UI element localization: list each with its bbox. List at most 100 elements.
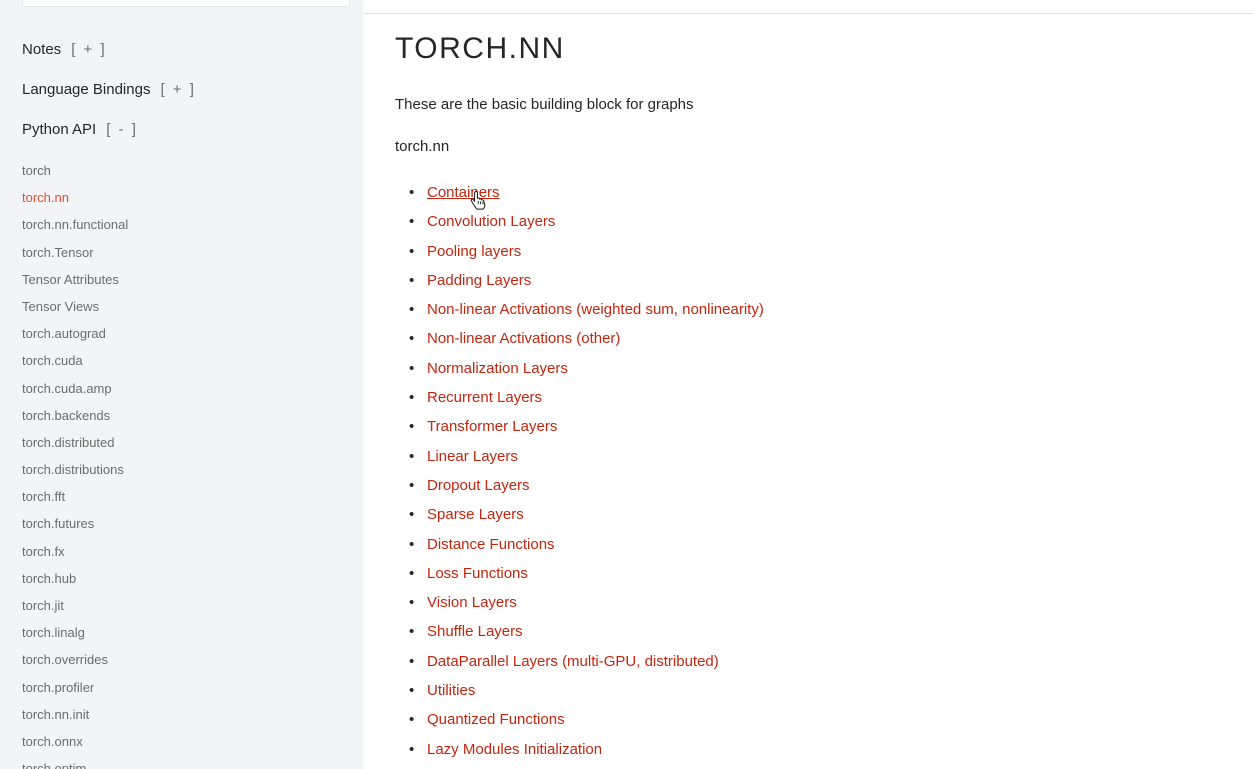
bullet-icon: • [409, 447, 415, 465]
link-sparse-layers[interactable]: Sparse Layers [427, 506, 524, 523]
bullet-icon: • [409, 711, 415, 729]
bullet-icon: • [409, 682, 415, 700]
section-label: Language Bindings [22, 81, 151, 98]
expand-toggle[interactable]: [ + ] [71, 41, 106, 58]
sidebar-nav-list: torch torch.nn torch.nn.functional torch.Te… [22, 162, 128, 769]
bullet-icon: • [409, 476, 415, 494]
link-quantized-functions[interactable]: Quantized Functions [427, 711, 565, 728]
bullet-icon: • [409, 740, 415, 758]
link-dataparallel-layers-multi-gpu-distributed[interactable]: DataParallel Layers (multi-GPU, distribu… [427, 653, 719, 670]
bullet-icon: • [409, 652, 415, 670]
sidebar-item-torch-backends[interactable]: torch.backends [22, 407, 128, 434]
sidebar-item-torch-profiler[interactable]: torch.profiler [22, 679, 128, 706]
sidebar-item-torch-futures[interactable]: torch.futures [22, 515, 128, 542]
sidebar-item-torch-autograd[interactable]: torch.autograd [22, 325, 128, 352]
list-item: • Quantized Functions [409, 708, 764, 737]
module-name: torch.nn [395, 138, 450, 155]
bullet-icon: • [409, 301, 415, 319]
sidebar-item-torch-onnx[interactable]: torch.onnx [22, 733, 128, 760]
link-convolution-layers[interactable]: Convolution Layers [427, 213, 555, 230]
section-label: Notes [22, 41, 62, 58]
link-recurrent-layers[interactable]: Recurrent Layers [427, 389, 542, 406]
link-shuffle-layers[interactable]: Shuffle Layers [427, 623, 523, 640]
list-item: • Convolution Layers [409, 210, 764, 239]
sidebar-item-torch-fx[interactable]: torch.fx [22, 543, 128, 570]
sidebar-item-torch-overrides[interactable]: torch.overrides [22, 651, 128, 678]
link-containers[interactable]: Containers [427, 184, 500, 201]
sidebar: Notes [ + ] Language Bindings [ + ] Python… [0, 0, 363, 769]
sidebar-item-torch-fft[interactable]: torch.fft [22, 488, 128, 515]
bullet-icon: • [409, 564, 415, 582]
list-item: • Linear Layers [409, 445, 764, 474]
list-item: • Utilities [409, 679, 764, 708]
bullet-icon: • [409, 271, 415, 289]
sidebar-item-torch-linalg[interactable]: torch.linalg [22, 624, 128, 651]
link-non-linear-activations-other[interactable]: Non-linear Activations (other) [427, 330, 620, 347]
intro-text: These are the basic building block for g… [395, 96, 694, 113]
list-item: • Pooling layers [409, 240, 764, 269]
sidebar-item-torch-cuda[interactable]: torch.cuda [22, 352, 128, 379]
collapse-toggle[interactable]: [ - ] [106, 121, 138, 138]
sidebar-section-language-bindings[interactable]: Language Bindings [ + ] [22, 81, 196, 98]
sidebar-item-tensor-views[interactable]: Tensor Views [22, 298, 128, 325]
sidebar-item-torch-nn-init[interactable]: torch.nn.init [22, 706, 128, 733]
link-padding-layers[interactable]: Padding Layers [427, 272, 531, 289]
sidebar-item-torch-distributed[interactable]: torch.distributed [22, 434, 128, 461]
list-item: • Containers [409, 181, 764, 210]
list-item: • DataParallel Layers (multi-GPU, distrib… [409, 650, 764, 679]
sidebar-item-torch-optim[interactable]: torch.optim [22, 760, 128, 769]
sidebar-item-torch-tensor[interactable]: torch.Tensor [22, 244, 128, 271]
list-item: • Transformer Layers [409, 415, 764, 444]
list-item: • Non-linear Activations (other) [409, 327, 764, 356]
link-dropout-layers[interactable]: Dropout Layers [427, 477, 530, 494]
link-non-linear-activations-weighted-sum-nonlinearity[interactable]: Non-linear Activations (weighted sum, no… [427, 301, 764, 318]
sidebar-item-torch-cuda-amp[interactable]: torch.cuda.amp [22, 380, 128, 407]
bullet-icon: • [409, 535, 415, 553]
link-transformer-layers[interactable]: Transformer Layers [427, 418, 557, 435]
list-item: • Lazy Modules Initialization [409, 738, 764, 767]
sidebar-item-torch-hub[interactable]: torch.hub [22, 570, 128, 597]
sidebar-item-torch-jit[interactable]: torch.jit [22, 597, 128, 624]
section-label: Python API [22, 121, 97, 138]
bullet-icon: • [409, 418, 415, 436]
bullet-icon: • [409, 184, 415, 201]
search-input[interactable] [22, 0, 350, 7]
list-item: • Distance Functions [409, 533, 764, 562]
list-item: • Non-linear Activations (weighted sum, n… [409, 298, 764, 327]
bullet-icon: • [409, 594, 415, 612]
sidebar-item-torch-nn-functional[interactable]: torch.nn.functional [22, 216, 128, 243]
bullet-icon: • [409, 506, 415, 524]
sidebar-item-tensor-attributes[interactable]: Tensor Attributes [22, 271, 128, 298]
bullet-icon: • [409, 389, 415, 407]
link-vision-layers[interactable]: Vision Layers [427, 594, 517, 611]
link-linear-layers[interactable]: Linear Layers [427, 448, 518, 465]
bullet-icon: • [409, 242, 415, 260]
link-distance-functions[interactable]: Distance Functions [427, 536, 555, 553]
list-item: • Padding Layers [409, 269, 764, 298]
bullet-icon: • [409, 330, 415, 348]
sidebar-section-python-api[interactable]: Python API [ - ] [22, 121, 138, 138]
list-item: • Normalization Layers [409, 357, 764, 386]
sidebar-section-notes[interactable]: Notes [ + ] [22, 41, 107, 58]
list-item: • Loss Functions [409, 562, 764, 591]
list-item: • Dropout Layers [409, 474, 764, 503]
expand-toggle[interactable]: [ + ] [160, 81, 195, 98]
sidebar-item-torch[interactable]: torch [22, 162, 128, 189]
main-content: TORCH.NN These are the basic building bl… [363, 0, 1254, 769]
section-link-list: • Containers • Convolution Layers • Pooling l… [409, 181, 764, 767]
bullet-icon: • [409, 213, 415, 231]
page-title: TORCH.NN [395, 32, 565, 65]
link-lazy-modules-initialization[interactable]: Lazy Modules Initialization [427, 741, 602, 758]
link-utilities[interactable]: Utilities [427, 682, 475, 699]
bullet-icon: • [409, 623, 415, 641]
list-item: • Shuffle Layers [409, 620, 764, 649]
bullet-icon: • [409, 359, 415, 377]
list-item: • Vision Layers [409, 591, 764, 620]
link-pooling-layers[interactable]: Pooling layers [427, 243, 521, 260]
list-item: • Recurrent Layers [409, 386, 764, 415]
sidebar-item-torch-nn[interactable]: torch.nn [22, 189, 128, 216]
link-normalization-layers[interactable]: Normalization Layers [427, 360, 568, 377]
link-loss-functions[interactable]: Loss Functions [427, 565, 528, 582]
header-divider [363, 13, 1254, 14]
sidebar-item-torch-distributions[interactable]: torch.distributions [22, 461, 128, 488]
